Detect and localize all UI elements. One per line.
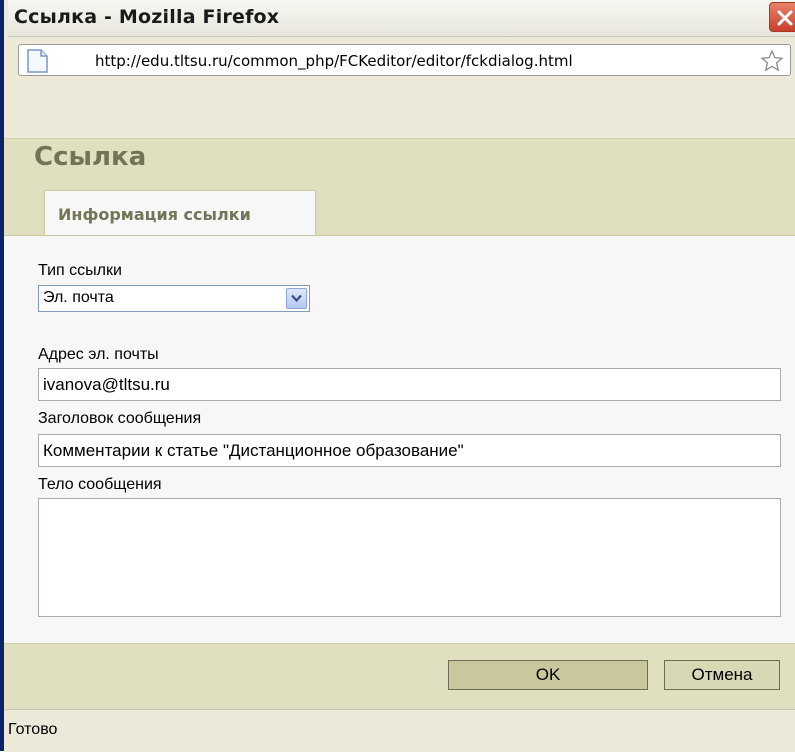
close-icon xyxy=(777,10,793,26)
email-value: ivanova@tltsu.ru xyxy=(43,375,170,394)
body-textarea[interactable] xyxy=(38,498,781,617)
address-bar[interactable]: http://edu.tltsu.ru/common_php/FCKeditor… xyxy=(18,44,791,76)
email-field[interactable]: ivanova@tltsu.ru xyxy=(38,368,781,401)
chevron-down-icon xyxy=(291,294,302,303)
email-label: Адрес эл. почты xyxy=(38,346,159,363)
cancel-button[interactable]: Отмена xyxy=(664,660,780,690)
close-button[interactable] xyxy=(769,2,795,32)
subject-field[interactable]: Комментарии к статье "Дистанционное обра… xyxy=(38,434,781,467)
dialog-title: Ссылка xyxy=(34,142,147,172)
url-text: http://edu.tltsu.ru/common_php/FCKeditor… xyxy=(95,52,573,70)
ok-button[interactable]: OK xyxy=(448,660,648,690)
bookmark-star-icon[interactable] xyxy=(760,49,784,73)
link-type-label: Тип ссылки xyxy=(38,262,122,279)
status-bar: Готово xyxy=(4,709,795,752)
window-title: Ссылка - Mozilla Firefox xyxy=(14,6,280,28)
link-type-value: Эл. почта xyxy=(43,289,114,306)
tab-link-info[interactable]: Информация ссылки xyxy=(44,190,316,236)
page-icon xyxy=(27,49,48,73)
subject-label: Заголовок сообщения xyxy=(38,410,202,427)
subject-value: Комментарии к статье "Дистанционное обра… xyxy=(43,441,464,460)
body-label: Тело сообщения xyxy=(38,476,162,493)
link-type-select[interactable]: Эл. почта xyxy=(38,285,310,312)
title-bar[interactable]: Ссылка - Mozilla Firefox xyxy=(8,0,795,37)
status-text: Готово xyxy=(8,721,58,738)
tab-label: Информация ссылки xyxy=(58,205,251,224)
link-type-dropdown-button[interactable] xyxy=(286,288,307,309)
